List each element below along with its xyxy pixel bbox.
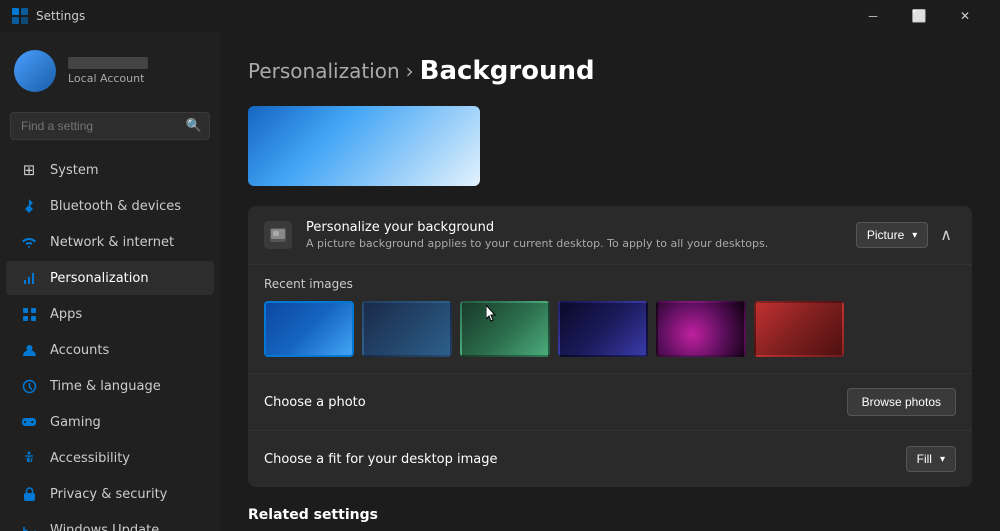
image-thumb-3[interactable]: Set for all desktops Set for desktop ▶ M… <box>460 301 550 357</box>
search-box: 🔍 <box>10 112 210 140</box>
sidebar-item-label: Privacy & security <box>50 487 167 502</box>
avatar <box>14 50 56 92</box>
apps-icon <box>20 305 38 323</box>
personalize-section: Personalize your background A picture ba… <box>248 206 972 487</box>
browse-photos-button[interactable]: Browse photos <box>847 388 956 416</box>
personalization-icon <box>20 269 38 287</box>
gaming-icon <box>20 413 38 431</box>
background-preview <box>248 106 480 186</box>
image-thumb-1[interactable] <box>264 301 354 357</box>
sidebar-item-privacy[interactable]: Privacy & security <box>6 477 214 511</box>
personalize-title: Personalize your background <box>306 220 856 235</box>
accounts-icon <box>20 341 38 359</box>
breadcrumb-current: Background <box>420 56 595 86</box>
sidebar-item-label: Gaming <box>50 415 101 430</box>
personalize-row: Personalize your background A picture ba… <box>248 206 972 265</box>
sidebar-item-accounts[interactable]: Accounts <box>6 333 214 367</box>
choose-fit-label: Choose a fit for your desktop image <box>264 452 906 467</box>
sidebar-item-label: Apps <box>50 307 82 322</box>
background-icon <box>264 221 292 249</box>
sidebar-item-bluetooth[interactable]: Bluetooth & devices <box>6 189 214 223</box>
sidebar-item-label: Windows Update <box>50 523 159 531</box>
choose-photo-row: Choose a photo Browse photos <box>248 374 972 431</box>
sidebar-item-label: Bluetooth & devices <box>50 199 181 214</box>
breadcrumb: Personalization › Background <box>248 56 972 86</box>
sidebar-item-label: Accessibility <box>50 451 130 466</box>
image-thumb-6[interactable] <box>754 301 844 357</box>
account-type: Local Account <box>68 72 148 85</box>
image-thumb-5[interactable] <box>656 301 746 357</box>
sidebar: Local Account 🔍 ⊞ System Bluetooth & dev… <box>0 32 220 531</box>
breadcrumb-separator: › <box>406 59 414 83</box>
titlebar: Settings ─ ⬜ ✕ <box>0 0 1000 32</box>
accessibility-icon <box>20 449 38 467</box>
sidebar-item-label: Network & internet <box>50 235 174 250</box>
sidebar-item-time[interactable]: Time & language <box>6 369 214 403</box>
update-icon <box>20 521 38 531</box>
system-icon: ⊞ <box>20 161 38 179</box>
maximize-button[interactable]: ⬜ <box>896 0 942 32</box>
sidebar-item-label: System <box>50 163 98 178</box>
network-icon <box>20 233 38 251</box>
search-icon: 🔍 <box>186 119 202 134</box>
fit-dropdown[interactable]: Fill ▾ <box>906 446 956 472</box>
choose-photo-label: Choose a photo <box>264 395 847 410</box>
choose-fit-row: Choose a fit for your desktop image Fill… <box>248 431 972 487</box>
sidebar-item-label: Personalization <box>50 271 149 286</box>
breadcrumb-parent[interactable]: Personalization <box>248 59 400 83</box>
sidebar-item-network[interactable]: Network & internet <box>6 225 214 259</box>
chevron-down-icon: ▾ <box>940 454 945 465</box>
image-thumb-2[interactable] <box>362 301 452 357</box>
personalize-subtitle: A picture background applies to your cur… <box>306 237 856 250</box>
chevron-down-icon: ▾ <box>912 230 917 241</box>
user-section: Local Account <box>0 40 220 108</box>
sidebar-item-apps[interactable]: Apps <box>6 297 214 331</box>
sidebar-item-label: Accounts <box>50 343 109 358</box>
background-type-dropdown[interactable]: Picture ▾ <box>856 222 928 248</box>
time-icon <box>20 377 38 395</box>
close-button[interactable]: ✕ <box>942 0 988 32</box>
images-grid: Set for all desktops Set for desktop ▶ M… <box>264 301 956 357</box>
window-title: Settings <box>36 9 85 23</box>
username <box>68 57 148 69</box>
recent-images-label: Recent images <box>264 277 956 291</box>
app-layout: Local Account 🔍 ⊞ System Bluetooth & dev… <box>0 32 1000 531</box>
collapse-button[interactable]: ∧ <box>936 221 956 249</box>
sidebar-item-system[interactable]: ⊞ System <box>6 153 214 187</box>
sidebar-item-label: Time & language <box>50 379 161 394</box>
main-content: Personalization › Background Personalize… <box>220 32 1000 531</box>
titlebar-controls: ─ ⬜ ✕ <box>850 0 988 32</box>
minimize-button[interactable]: ─ <box>850 0 896 32</box>
bluetooth-icon <box>20 197 38 215</box>
search-input[interactable] <box>10 112 210 140</box>
related-settings-title: Related settings <box>248 507 972 523</box>
sidebar-item-personalization[interactable]: Personalization <box>6 261 214 295</box>
app-icon <box>12 8 28 24</box>
sidebar-item-update[interactable]: Windows Update <box>6 513 214 531</box>
recent-images-row: Recent images Set for all desktops <box>248 265 972 374</box>
sidebar-item-accessibility[interactable]: Accessibility <box>6 441 214 475</box>
sidebar-item-gaming[interactable]: Gaming <box>6 405 214 439</box>
image-thumb-4[interactable] <box>558 301 648 357</box>
privacy-icon <box>20 485 38 503</box>
